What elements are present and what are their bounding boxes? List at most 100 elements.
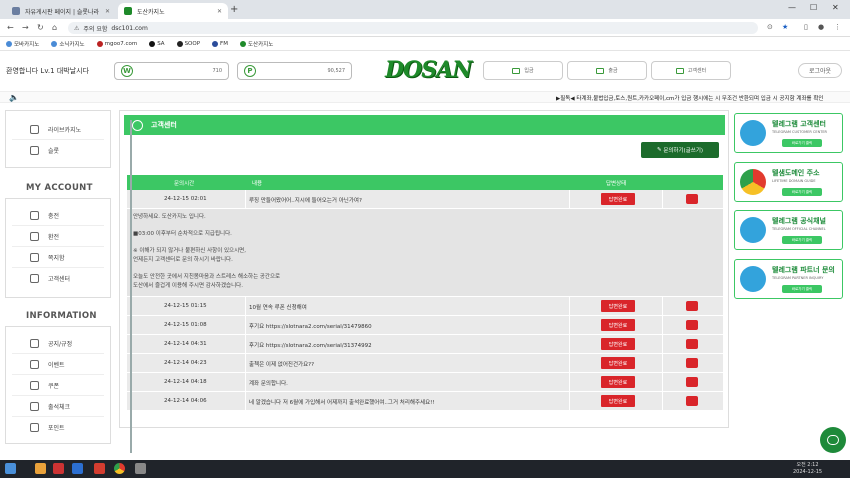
row-title[interactable]: 후기요 https://slotnara2.com/serial/3147986… bbox=[249, 322, 372, 330]
status-badge: 답변완료 bbox=[601, 193, 635, 205]
chat-button[interactable] bbox=[820, 427, 846, 453]
divider bbox=[569, 373, 570, 392]
telegram-card[interactable]: 텔레그램 고객센터 TELEGRAM CUSTOMER CENTER 바로가기 … bbox=[734, 113, 843, 153]
trash-icon[interactable] bbox=[686, 339, 698, 349]
trash-icon[interactable] bbox=[686, 358, 698, 368]
status-badge: 답변완료 bbox=[601, 338, 635, 350]
row-title[interactable]: 후기요 https://slotnara2.com/serial/3137499… bbox=[249, 341, 372, 349]
card-button[interactable]: 바로가기 클릭 bbox=[782, 285, 822, 293]
taskbar: 오전 2:12 2024-12-15 bbox=[0, 460, 850, 478]
sidebar-item-point[interactable]: 포인트 bbox=[12, 417, 104, 438]
bookmark-item[interactable]: 소닉카지노 bbox=[51, 40, 85, 48]
telegram-card[interactable]: 텔레그램 공식채널 TELEGRAM OFFICIAL CHANNEL 바로가기… bbox=[734, 210, 843, 250]
sidebar-item-label: 라이브카지노 bbox=[48, 126, 82, 134]
card-button[interactable]: 바로가기 클릭 bbox=[782, 139, 822, 147]
bookmark-item[interactable]: SA bbox=[149, 40, 165, 47]
sidebar-item-notice[interactable]: 공지/규정 bbox=[12, 333, 104, 354]
row-title[interactable]: 10월 연속 루폰 신청해여 bbox=[249, 303, 307, 311]
chat-icon bbox=[827, 435, 839, 445]
table-row[interactable]: 24-12-14 04:18 계좌 문의합니다. 답변완료 bbox=[127, 373, 723, 392]
card-button[interactable]: 바로가기 클릭 bbox=[782, 236, 822, 244]
logout-button[interactable]: 로그아웃 bbox=[798, 63, 842, 78]
menu-icon[interactable]: ⋮ bbox=[834, 23, 841, 31]
divider bbox=[569, 316, 570, 335]
table-row[interactable]: 24-12-14 04:23 출첵은 이제 없어진건가요?? 답변완료 bbox=[127, 354, 723, 373]
row-date: 24-12-14 04:18 bbox=[164, 379, 207, 385]
back-icon[interactable]: ← bbox=[7, 23, 14, 32]
app-icon[interactable] bbox=[53, 463, 64, 474]
app-icon[interactable] bbox=[94, 463, 105, 474]
home-icon[interactable]: ⌂ bbox=[52, 23, 57, 32]
profile-icon[interactable]: ● bbox=[818, 23, 824, 31]
row-date: 24-12-15 02:01 bbox=[164, 196, 207, 202]
trash-icon[interactable] bbox=[686, 396, 698, 406]
maximize-icon[interactable]: ☐ bbox=[810, 3, 817, 12]
write-inquiry-button[interactable]: ✎ 문의하기(글쓰기) bbox=[641, 142, 719, 158]
deposit-label: 입금 bbox=[524, 68, 534, 74]
support-button[interactable]: 고객센터 bbox=[651, 61, 731, 80]
trash-icon[interactable] bbox=[686, 194, 698, 204]
sidebar-games: 라이브카지노 슬롯 bbox=[5, 110, 111, 168]
close-window-icon[interactable]: ✕ bbox=[832, 3, 839, 12]
sidebar-item-messages[interactable]: 쪽지함 bbox=[12, 247, 104, 268]
inquiry-table: 문의시간 내용 답변상태 24-12-15 02:01 루징 만들어왔어어..지… bbox=[127, 175, 723, 411]
sidebar-item-support[interactable]: 고객센터 bbox=[12, 268, 104, 289]
sidebar-account: 충전 환전 쪽지함 고객센터 bbox=[5, 198, 111, 298]
row-title[interactable]: 출첵은 이제 없어진건가요?? bbox=[249, 360, 314, 368]
trash-icon[interactable] bbox=[686, 320, 698, 330]
sidebar-item-slot[interactable]: 슬롯 bbox=[12, 140, 104, 161]
table-row[interactable]: 24-12-15 02:01 루징 만들어왔어어..지시에 들어오는거 아닌가여… bbox=[127, 190, 723, 209]
close-icon[interactable]: ✕ bbox=[217, 8, 222, 15]
card-button[interactable]: 바로가기 클릭 bbox=[782, 188, 822, 196]
divider bbox=[245, 190, 246, 209]
clock: 오전 2:12 2024-12-15 bbox=[793, 462, 822, 476]
sidebar-item-live-casino[interactable]: 라이브카지노 bbox=[12, 119, 104, 140]
forward-icon[interactable]: → bbox=[22, 23, 29, 32]
table-row[interactable]: 24-12-14 04:06 네 알겠습니다 저 6월에 가입해서 어제까지 출… bbox=[127, 392, 723, 411]
answer-line: 도산에서 즐겁게 이용해 주시면 감사하겠습니다. bbox=[133, 283, 243, 289]
bookmark-item[interactable]: FM bbox=[212, 40, 228, 47]
url-warning-label: 주의 요함 bbox=[83, 25, 108, 33]
sidebar-item-withdraw[interactable]: 환전 bbox=[12, 226, 104, 247]
reload-icon[interactable]: ↻ bbox=[37, 23, 44, 32]
bookmark-item[interactable]: SOOP bbox=[176, 40, 200, 47]
trash-icon[interactable] bbox=[686, 301, 698, 311]
url-field[interactable]: ⚠ 주의 요함 dsc101.com bbox=[68, 22, 758, 34]
write-inquiry-label: 문의하기(글쓰기) bbox=[663, 148, 704, 154]
trash-icon[interactable] bbox=[686, 377, 698, 387]
app-icon[interactable] bbox=[135, 463, 146, 474]
translate-icon[interactable]: ⊙ bbox=[767, 23, 773, 31]
bookmark-item[interactable]: mgoo7.com bbox=[96, 40, 137, 47]
row-title[interactable]: 네 알겠습니다 저 6월에 가입해서 어제까지 출석완료했어여..그거 처리해주… bbox=[249, 398, 435, 406]
bookmark-item[interactable]: 모바카지노 bbox=[6, 40, 39, 48]
withdraw-button[interactable]: 출금 bbox=[567, 61, 647, 80]
site-logo[interactable]: DOSAN bbox=[385, 57, 472, 83]
app-icon[interactable] bbox=[72, 463, 83, 474]
sidebar-item-event[interactable]: 이벤트 bbox=[12, 354, 104, 375]
chrome-icon[interactable] bbox=[114, 463, 125, 474]
close-icon[interactable]: ✕ bbox=[105, 8, 110, 15]
bookmark-item[interactable]: 도산카지노 bbox=[239, 40, 273, 48]
windows-start-icon[interactable] bbox=[5, 463, 16, 474]
support-icon bbox=[30, 274, 39, 283]
sidebar-item-coupon[interactable]: 쿠폰 bbox=[12, 375, 104, 396]
telegram-card[interactable]: 텔샘도메인 주소 LIFETIME DOMAIN GUIDE 바로가기 클릭 bbox=[734, 162, 843, 202]
table-row[interactable]: 24-12-15 01:08 후기요 https://slotnara2.com… bbox=[127, 316, 723, 335]
table-row[interactable]: 24-12-15 01:15 10월 연속 루폰 신청해여 답변완료 bbox=[127, 297, 723, 316]
tab-slotnara[interactable]: 자유게시판 페이지 | 슬롯나라 ✕ bbox=[6, 3, 116, 19]
telegram-card[interactable]: 텔레그램 파트너 문의 TELEGRAM PARTNER INQUIRY 바로가… bbox=[734, 259, 843, 299]
tab-dosan[interactable]: 도산카지노 ✕ bbox=[118, 3, 228, 19]
sidebar-item-attendance[interactable]: 출석체크 bbox=[12, 396, 104, 417]
deposit-button[interactable]: 입금 bbox=[483, 61, 563, 80]
point-value: 90,527 bbox=[327, 68, 346, 74]
row-title[interactable]: 루징 만들어왔어어..지시에 들어오는거 아닌가여? bbox=[249, 196, 362, 204]
sidepanel-icon[interactable]: ▯ bbox=[804, 23, 808, 31]
new-tab-button[interactable]: + bbox=[230, 4, 238, 15]
file-explorer-icon[interactable] bbox=[35, 463, 46, 474]
table-row[interactable]: 24-12-14 04:31 후기요 https://slotnara2.com… bbox=[127, 335, 723, 354]
bookmark-star-icon[interactable]: ★ bbox=[782, 23, 788, 31]
sidebar-item-label: 충전 bbox=[48, 212, 60, 220]
minimize-icon[interactable]: — bbox=[788, 3, 796, 12]
sidebar-item-deposit[interactable]: 충전 bbox=[12, 205, 104, 226]
row-title[interactable]: 계좌 문의합니다. bbox=[249, 379, 288, 387]
